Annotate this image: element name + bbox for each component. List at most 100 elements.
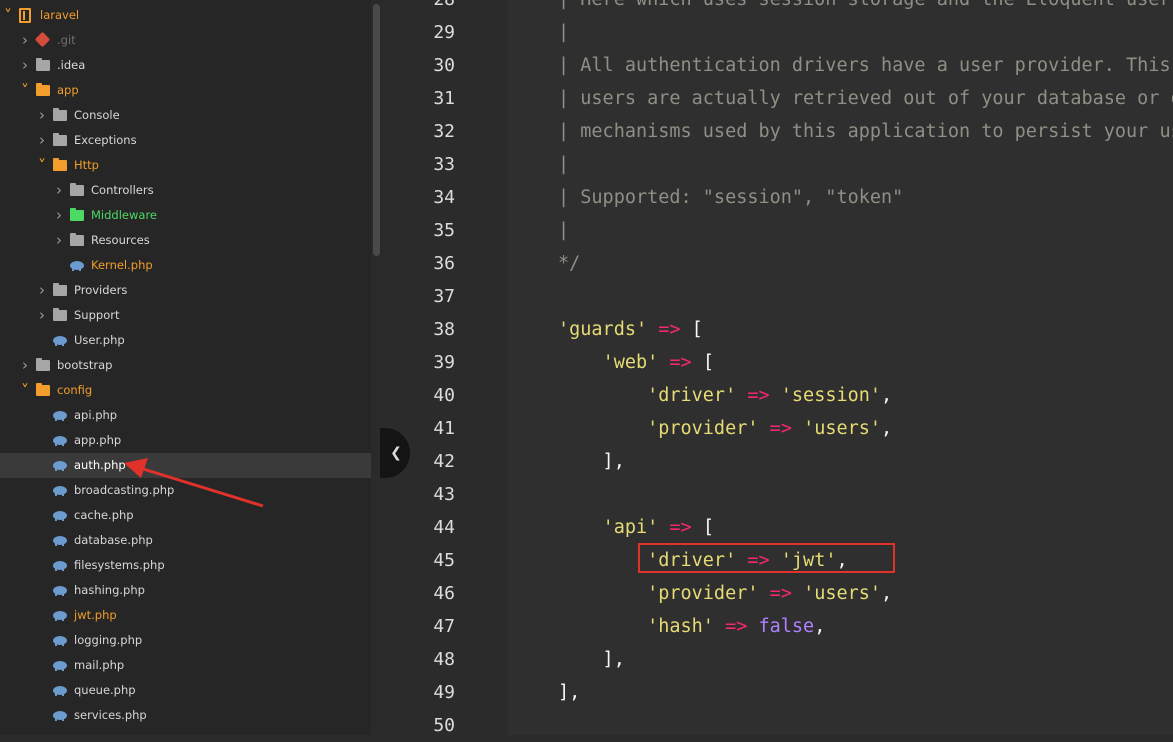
chevron-right-icon[interactable]: › — [37, 278, 47, 303]
tree-item-config[interactable]: ˅ config — [0, 378, 371, 403]
tree-item-resources[interactable]: › Resources — [0, 228, 371, 253]
tree-item-label: filesystems.php — [74, 558, 165, 572]
tree-item-label: .idea — [57, 58, 86, 72]
code-line-31[interactable]: | users are actually retrieved out of yo… — [558, 82, 1173, 115]
tree-item-app[interactable]: ˅ app — [0, 78, 371, 103]
php-file-icon — [53, 536, 67, 546]
tree-item-controllers[interactable]: › Controllers — [0, 178, 371, 203]
tree-item-hashing-php[interactable]: hashing.php — [0, 578, 371, 603]
code-line-38[interactable]: 'guards' => [ — [558, 313, 703, 346]
code-line-32[interactable]: | mechanisms used by this application to… — [558, 115, 1173, 148]
tree-item-label: Kernel.php — [91, 258, 153, 272]
code-token-op: => — [669, 517, 692, 538]
chevron-right-icon[interactable]: › — [54, 203, 64, 228]
code-token-punc: ], — [558, 682, 581, 703]
tree-item-database-php[interactable]: database.php — [0, 528, 371, 553]
chevron-down-icon[interactable]: ˅ — [3, 3, 13, 28]
tree-item-auth-php[interactable]: auth.php — [0, 453, 371, 478]
sidebar-scrollbar-thumb[interactable] — [373, 4, 380, 256]
code-token-string: 'users' — [803, 583, 882, 604]
code-line-30[interactable]: | All authentication drivers have a user… — [558, 49, 1173, 82]
tree-item-providers[interactable]: › Providers — [0, 278, 371, 303]
tree-item-middleware[interactable]: › Middleware — [0, 203, 371, 228]
code-token-comment: | Here which uses session storage and th… — [558, 0, 1173, 10]
chevron-right-icon[interactable]: › — [20, 353, 30, 378]
chevron-right-icon[interactable]: › — [20, 53, 30, 78]
code-token-punc: , — [881, 385, 893, 406]
chevron-right-icon[interactable]: › — [54, 228, 64, 253]
tree-item-label: broadcasting.php — [74, 483, 175, 497]
code-token-punc: , — [814, 616, 826, 637]
chevron-right-icon[interactable]: › — [54, 178, 64, 203]
chevron-down-icon[interactable]: ˅ — [20, 378, 30, 403]
tree-item-mail-php[interactable]: mail.php — [0, 653, 371, 678]
code-line-48[interactable]: ], — [558, 643, 625, 676]
git-icon — [34, 31, 51, 48]
line-number: 40 — [433, 385, 455, 406]
folder-icon — [36, 383, 50, 396]
tree-item-logging-php[interactable]: logging.php — [0, 628, 371, 653]
tree-item-support[interactable]: › Support — [0, 303, 371, 328]
tree-item-user-php[interactable]: User.php — [0, 328, 371, 353]
code-line-40[interactable]: 'driver' => 'session', — [558, 379, 892, 412]
tree-item-bootstrap[interactable]: › bootstrap — [0, 353, 371, 378]
chevron-right-icon[interactable]: › — [37, 128, 47, 153]
code-token-const: false — [758, 616, 815, 637]
code-line-35[interactable]: | — [558, 214, 569, 247]
tree-item-api-php[interactable]: api.php — [0, 403, 371, 428]
code-token-punc — [714, 616, 725, 637]
line-number: 36 — [433, 253, 455, 274]
tree-item-kernel-php[interactable]: Kernel.php — [0, 253, 371, 278]
line-number: 48 — [433, 649, 455, 670]
tree-item-label: Console — [74, 108, 120, 122]
chevron-down-icon[interactable]: ˅ — [37, 153, 47, 178]
chevron-down-icon[interactable]: ˅ — [20, 78, 30, 103]
tree-item-broadcasting-php[interactable]: broadcasting.php — [0, 478, 371, 503]
tree-item-label: Middleware — [91, 208, 157, 222]
code-line-36[interactable]: */ — [558, 247, 580, 280]
code-line-33[interactable]: | — [558, 148, 569, 181]
code-line-42[interactable]: ], — [558, 445, 625, 478]
tree-item-jwt-php[interactable]: jwt.php — [0, 603, 371, 628]
tree-item-services-php[interactable]: services.php — [0, 703, 371, 728]
folder-icon — [36, 83, 50, 96]
line-number: 38 — [433, 319, 455, 340]
chevron-right-icon[interactable]: › — [37, 303, 47, 328]
php-file-icon — [53, 686, 67, 696]
code-token-comment: */ — [558, 253, 581, 274]
code-editor[interactable]: | Here which uses session storage and th… — [508, 0, 1173, 735]
line-number: 49 — [433, 682, 455, 703]
code-line-39[interactable]: 'web' => [ — [558, 346, 714, 379]
tree-item-http[interactable]: ˅ Http — [0, 153, 371, 178]
code-token-comment: | mechanisms used by this application to… — [558, 121, 1173, 142]
code-token-punc: ], — [558, 649, 625, 670]
code-line-49[interactable]: ], — [558, 676, 580, 709]
chevron-right-icon[interactable]: › — [37, 103, 47, 128]
chevron-right-icon[interactable]: › — [20, 28, 30, 53]
code-line-46[interactable]: 'provider' => 'users', — [558, 577, 892, 610]
tree-item-laravel[interactable]: ˅ laravel — [0, 3, 371, 28]
tree-item-cache-php[interactable]: cache.php — [0, 503, 371, 528]
tree-item-git[interactable]: › .git — [0, 28, 371, 53]
tree-item-label: Http — [74, 158, 99, 172]
code-line-29[interactable]: | — [558, 16, 569, 49]
tree-item-queue-php[interactable]: queue.php — [0, 678, 371, 703]
tree-item-exceptions[interactable]: › Exceptions — [0, 128, 371, 153]
code-token-punc — [658, 517, 669, 538]
code-line-28[interactable]: | Here which uses session storage and th… — [558, 0, 1173, 16]
tree-item-filesystems-php[interactable]: filesystems.php — [0, 553, 371, 578]
line-number: 50 — [433, 715, 455, 736]
code-token-comment: | All authentication drivers have a user… — [558, 55, 1171, 76]
code-line-47[interactable]: 'hash' => false, — [558, 610, 825, 643]
folder-icon — [53, 283, 67, 296]
code-line-44[interactable]: 'api' => [ — [558, 511, 714, 544]
tree-item-app-php[interactable]: app.php — [0, 428, 371, 453]
line-number: 46 — [433, 583, 455, 604]
line-number: 39 — [433, 352, 455, 373]
code-line-34[interactable]: | Supported: "session", "token" — [558, 181, 903, 214]
tree-item-console[interactable]: › Console — [0, 103, 371, 128]
code-line-41[interactable]: 'provider' => 'users', — [558, 412, 892, 445]
code-line-45[interactable]: 'driver' => 'jwt', — [558, 544, 848, 577]
code-token-punc — [792, 418, 803, 439]
tree-item-idea[interactable]: › .idea — [0, 53, 371, 78]
